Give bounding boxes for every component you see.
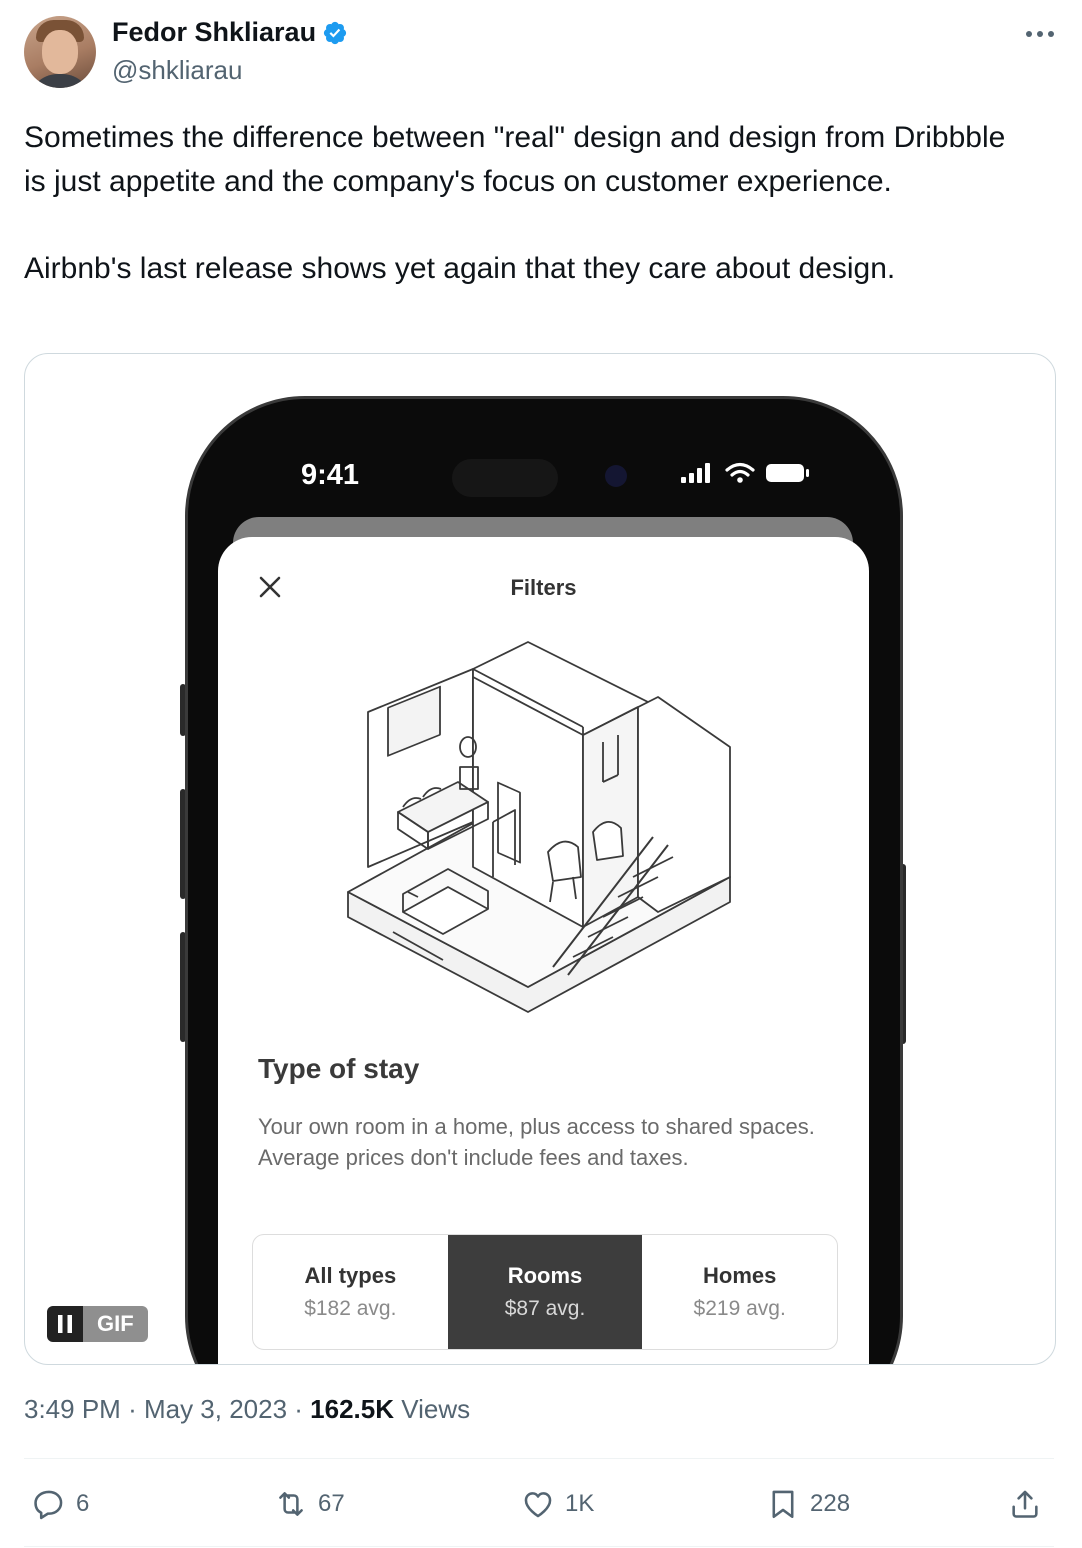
repost-button[interactable]: 67: [274, 1478, 345, 1530]
battery-icon: [766, 464, 809, 482]
stay-type-segmented-control: All types $182 avg. Rooms $87 avg. Homes…: [252, 1234, 838, 1350]
tweet-paragraph: Sometimes the difference between "real" …: [24, 121, 1006, 198]
gif-badge: GIF: [83, 1306, 148, 1342]
views-label: Views: [401, 1394, 471, 1424]
heart-icon: [524, 1492, 552, 1518]
segment-price: $182 avg.: [304, 1297, 397, 1320]
like-button[interactable]: 1K: [521, 1478, 594, 1530]
pause-icon[interactable]: [47, 1306, 83, 1342]
segment-label: All types: [304, 1263, 397, 1288]
tweet-date[interactable]: May 3, 2023: [144, 1394, 287, 1424]
author-name-row: Fedor Shkliarau: [112, 17, 348, 48]
gif-controls: GIF: [47, 1306, 148, 1342]
more-options-icon[interactable]: [1022, 20, 1058, 48]
wifi-icon: [725, 462, 755, 483]
bookmark-count: 228: [810, 1490, 851, 1517]
segment-label: Homes: [703, 1263, 777, 1288]
segment-price: $87 avg.: [504, 1297, 586, 1320]
segment-homes[interactable]: Homes $219 avg.: [642, 1235, 837, 1349]
reply-count: 6: [76, 1490, 90, 1517]
views-count: 162.5K: [310, 1394, 395, 1424]
bookmark-icon: [772, 1490, 794, 1519]
author-name[interactable]: Fedor Shkliarau: [112, 17, 316, 48]
segment-price: $219 avg.: [693, 1297, 786, 1320]
front-camera: [605, 465, 627, 487]
tweet-action-bar: 6 67 1K 228: [24, 1478, 1054, 1530]
avatar-shirt: [28, 74, 92, 88]
type-of-stay-title: Type of stay: [258, 1053, 420, 1084]
author-avatar[interactable]: [24, 16, 96, 88]
share-icon: [1012, 1490, 1038, 1518]
tweet-paragraph: Airbnb's last release shows yet again th…: [24, 251, 896, 285]
verified-badge-icon[interactable]: [322, 20, 348, 46]
segment-rooms[interactable]: Rooms $87 avg.: [447, 1235, 643, 1349]
tweet-time[interactable]: 3:49 PM: [24, 1394, 121, 1424]
segment-all-types[interactable]: All types $182 avg.: [253, 1235, 448, 1349]
repost-icon: [279, 1492, 303, 1516]
tweet-meta: 3:49 PM · May 3, 2023 · 162.5K Views: [24, 1394, 470, 1425]
bookmark-button[interactable]: 228: [766, 1478, 850, 1530]
meta-separator: ·: [128, 1394, 144, 1424]
status-bar-icons: [681, 462, 811, 484]
divider: [24, 1546, 1054, 1547]
reply-icon: [34, 1490, 63, 1520]
reply-button[interactable]: 6: [32, 1478, 89, 1530]
avatar-face: [42, 30, 78, 74]
filters-sheet: Filters Type of stay Your own room in a …: [218, 537, 869, 1364]
like-count: 1K: [565, 1490, 595, 1517]
cellular-signal-icon: [681, 463, 710, 483]
tweet-media-gif[interactable]: 9:41 Filters Type of stay Your own room …: [24, 353, 1056, 1365]
sheet-title: Filters: [510, 575, 577, 600]
divider: [24, 1458, 1054, 1459]
type-of-stay-description: Your own room in a home, plus access to …: [258, 1114, 815, 1170]
dynamic-island: [452, 459, 558, 497]
author-handle[interactable]: @shkliarau: [112, 55, 242, 86]
status-bar-time: 9:41: [301, 459, 360, 491]
repost-count: 67: [318, 1490, 345, 1517]
share-button[interactable]: [1008, 1478, 1042, 1530]
tweet-text: Sometimes the difference between "real" …: [24, 116, 1034, 290]
meta-separator: ·: [294, 1394, 311, 1424]
segment-label: Rooms: [507, 1263, 583, 1288]
room-illustration: [347, 641, 731, 1013]
